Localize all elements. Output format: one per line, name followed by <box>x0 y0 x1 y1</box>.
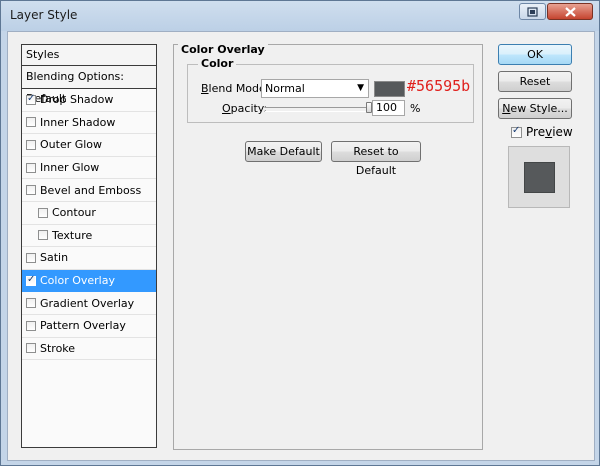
color-annotation: #56595b <box>407 77 471 95</box>
window-title: Layer Style <box>10 8 78 22</box>
style-item-satin[interactable]: Satin <box>22 247 156 270</box>
style-item-label: Inner Shadow <box>40 115 116 129</box>
style-item-label: Satin <box>40 251 69 265</box>
new-style-button[interactable]: New Style... <box>498 98 572 119</box>
styles-list: Styles Blending Options: Default Drop Sh… <box>21 44 157 448</box>
style-item-outer-glow[interactable]: Outer Glow <box>22 134 156 157</box>
style-checkbox[interactable] <box>26 274 36 286</box>
opacity-input[interactable]: 100 <box>372 100 405 116</box>
style-item-label: Color Overlay <box>40 274 115 288</box>
reset-to-default-button[interactable]: Reset to Default <box>331 141 421 177</box>
preview-thumbnail <box>508 146 570 208</box>
style-item-label: Texture <box>52 228 93 242</box>
overlay-color-swatch[interactable] <box>374 81 405 97</box>
style-item-inner-shadow[interactable]: Inner Shadow <box>22 112 156 135</box>
close-button[interactable] <box>547 3 593 20</box>
style-checkbox[interactable] <box>26 252 36 263</box>
style-item-gradient-overlay[interactable]: Gradient Overlay <box>22 292 156 315</box>
make-default-button[interactable]: Make Default <box>245 141 322 162</box>
style-item-label: Gradient Overlay <box>40 296 135 310</box>
blend-mode-value: Normal <box>265 82 305 95</box>
reset-button[interactable]: Reset <box>498 71 572 92</box>
style-checkbox[interactable] <box>26 93 36 105</box>
style-checkbox[interactable] <box>26 298 36 309</box>
panel-title: Color Overlay <box>178 43 268 56</box>
style-item-label: Contour <box>52 206 96 220</box>
style-checkbox[interactable] <box>38 230 48 241</box>
ok-button[interactable]: OK <box>498 44 572 65</box>
preview-checkbox[interactable] <box>511 125 522 138</box>
style-item-label: Pattern Overlay <box>40 319 126 333</box>
preview-checkbox-row[interactable]: Preview <box>511 125 573 139</box>
style-checkbox[interactable] <box>26 343 36 354</box>
style-items: Drop Shadow Inner Shadow Outer Glow Inner G… <box>22 89 156 361</box>
blend-mode-select[interactable]: Normal ▼ <box>261 79 369 98</box>
style-item-label: Drop Shadow <box>40 93 114 107</box>
opacity-unit: % <box>410 102 421 115</box>
preview-swatch <box>524 162 555 193</box>
style-item-texture[interactable]: Texture <box>22 225 156 248</box>
opacity-slider-track[interactable] <box>265 107 371 112</box>
help-button[interactable] <box>519 3 546 20</box>
style-item-label: Inner Glow <box>40 161 100 175</box>
style-item-label: Stroke <box>40 341 76 355</box>
style-checkbox[interactable] <box>38 207 48 218</box>
title-bar[interactable]: Layer Style <box>1 1 599 31</box>
style-item-color-overlay[interactable]: Color Overlay <box>22 269 156 293</box>
style-checkbox[interactable] <box>26 162 36 173</box>
style-item-label: Outer Glow <box>40 138 103 152</box>
help-icon <box>526 6 538 17</box>
color-overlay-panel: Color Overlay Color Blend Mode: Normal ▼… <box>173 43 483 450</box>
style-checkbox[interactable] <box>26 185 36 196</box>
style-checkbox[interactable] <box>26 139 36 150</box>
chevron-down-icon: ▼ <box>357 83 364 93</box>
style-item-label: Bevel and Emboss <box>40 183 142 197</box>
preview-label: Preview <box>526 125 573 139</box>
color-group: Color Blend Mode: Normal ▼ #56595b Opaci… <box>187 57 474 123</box>
style-item-contour[interactable]: Contour <box>22 202 156 225</box>
style-checkbox[interactable] <box>26 320 36 331</box>
opacity-label: Opacity: <box>222 102 268 115</box>
blending-options-item[interactable]: Blending Options: Default <box>22 66 156 105</box>
dialog-body: Styles Blending Options: Default Drop Sh… <box>7 31 595 461</box>
style-item-stroke[interactable]: Stroke <box>22 338 156 361</box>
style-item-inner-glow[interactable]: Inner Glow <box>22 157 156 180</box>
style-checkbox[interactable] <box>26 117 36 128</box>
layer-style-window: Layer Style Styles Blending Options: Def… <box>0 0 600 466</box>
style-item-pattern-overlay[interactable]: Pattern Overlay <box>22 315 156 338</box>
group-title: Color <box>198 57 237 70</box>
styles-header[interactable]: Styles <box>22 45 156 66</box>
style-item-bevel-and-emboss[interactable]: Bevel and Emboss <box>22 179 156 202</box>
close-icon <box>564 6 576 17</box>
blend-mode-label: Blend Mode: <box>201 82 270 95</box>
